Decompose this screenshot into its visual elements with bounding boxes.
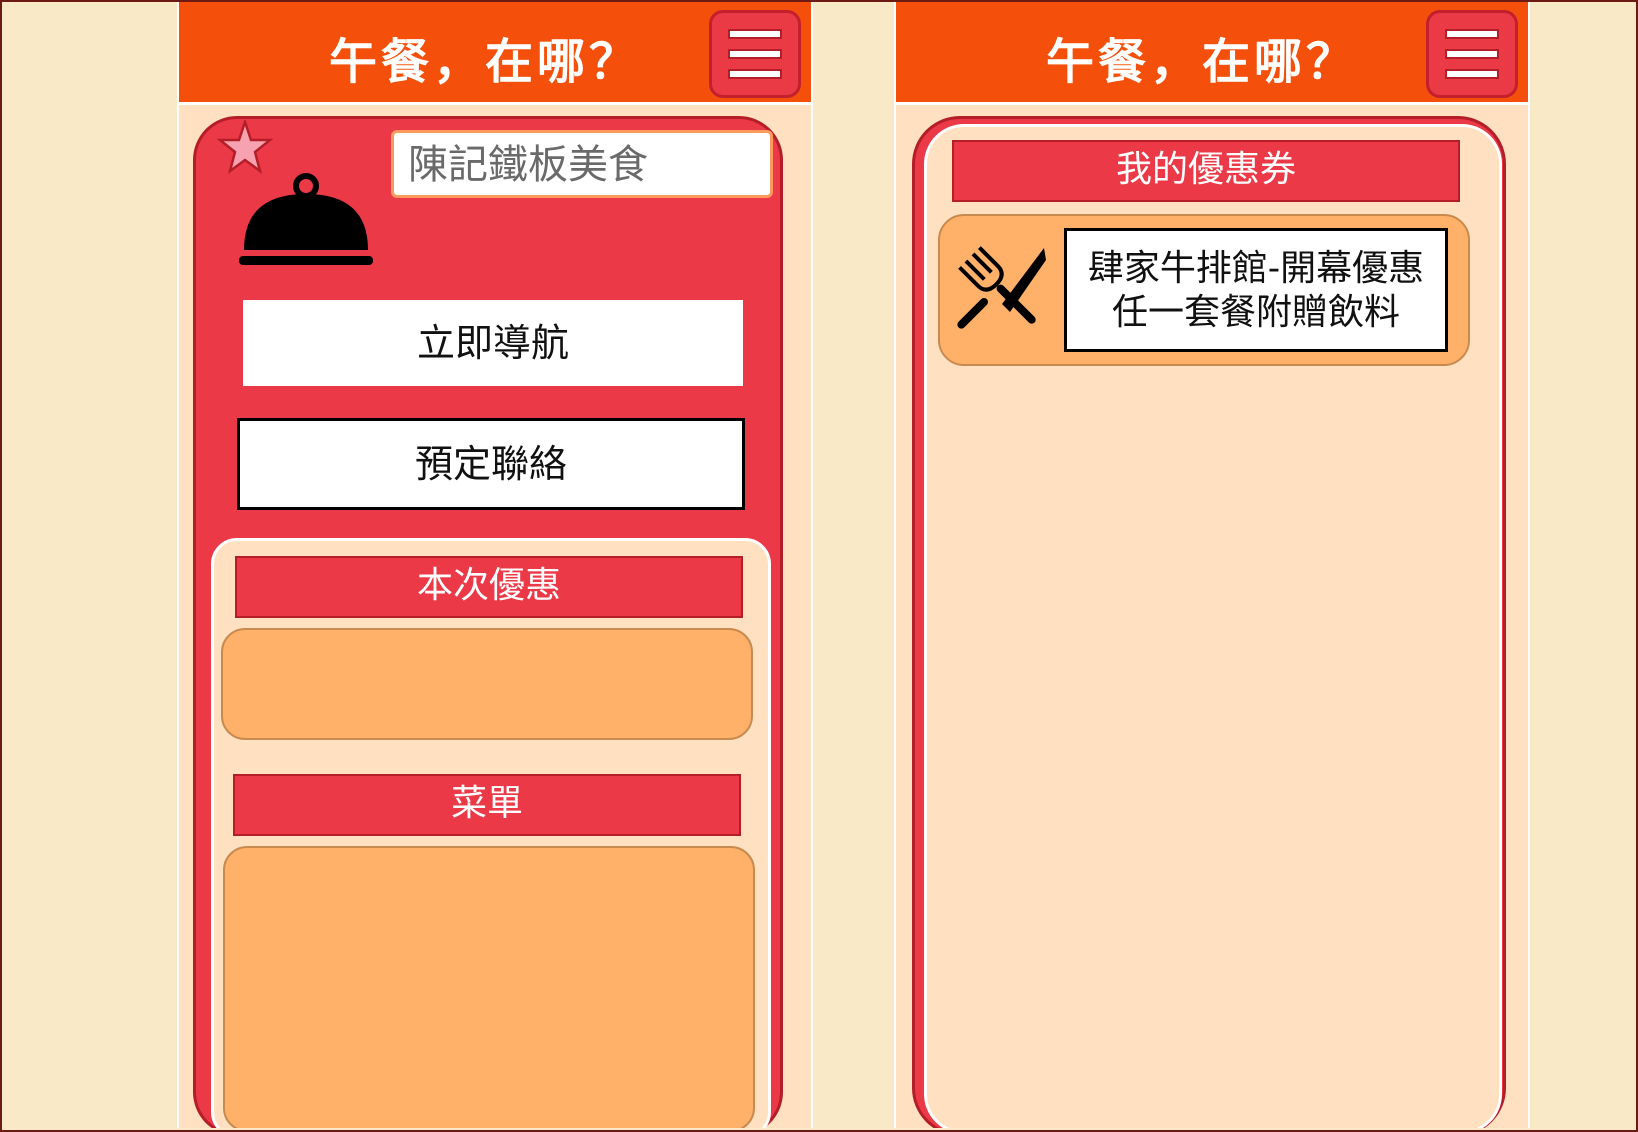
menu-icon[interactable] (709, 10, 801, 98)
menu-icon[interactable] (1426, 10, 1518, 98)
reserve-contact-button[interactable]: 預定聯絡 (237, 418, 745, 510)
promo-content-box (221, 628, 753, 740)
coupon-line-2: 任一套餐附贈飲料 (1111, 292, 1400, 333)
menu-section-title: 菜單 (233, 774, 741, 836)
coupons-title: 我的優惠券 (952, 140, 1460, 202)
coupons-screen: 午餐，在哪？ 我的優惠券 肆家牛排館-開幕優惠 任一套餐附贈飲料 (894, 2, 1530, 1128)
star-icon[interactable] (217, 120, 273, 176)
restaurant-screen: 午餐，在哪？ 陳記鐵板美食 立即導航 預定聯絡 本次優惠 菜單 (177, 2, 813, 1128)
navigate-button[interactable]: 立即導航 (243, 300, 743, 386)
cutlery-icon (957, 246, 1046, 329)
cloche-icon (239, 173, 373, 265)
coupon-text: 肆家牛排館-開幕優惠 任一套餐附贈飲料 (1064, 228, 1448, 352)
coupon-item[interactable]: 肆家牛排館-開幕優惠 任一套餐附贈飲料 (938, 214, 1470, 366)
promo-section-title: 本次優惠 (235, 556, 743, 618)
app-header: 午餐，在哪？ (896, 2, 1528, 105)
app-header: 午餐，在哪？ (179, 2, 811, 105)
menu-content-box (223, 846, 755, 1128)
coupon-line-1: 肆家牛排館-開幕優惠 (1087, 248, 1425, 289)
restaurant-search-input[interactable]: 陳記鐵板美食 (391, 130, 773, 198)
